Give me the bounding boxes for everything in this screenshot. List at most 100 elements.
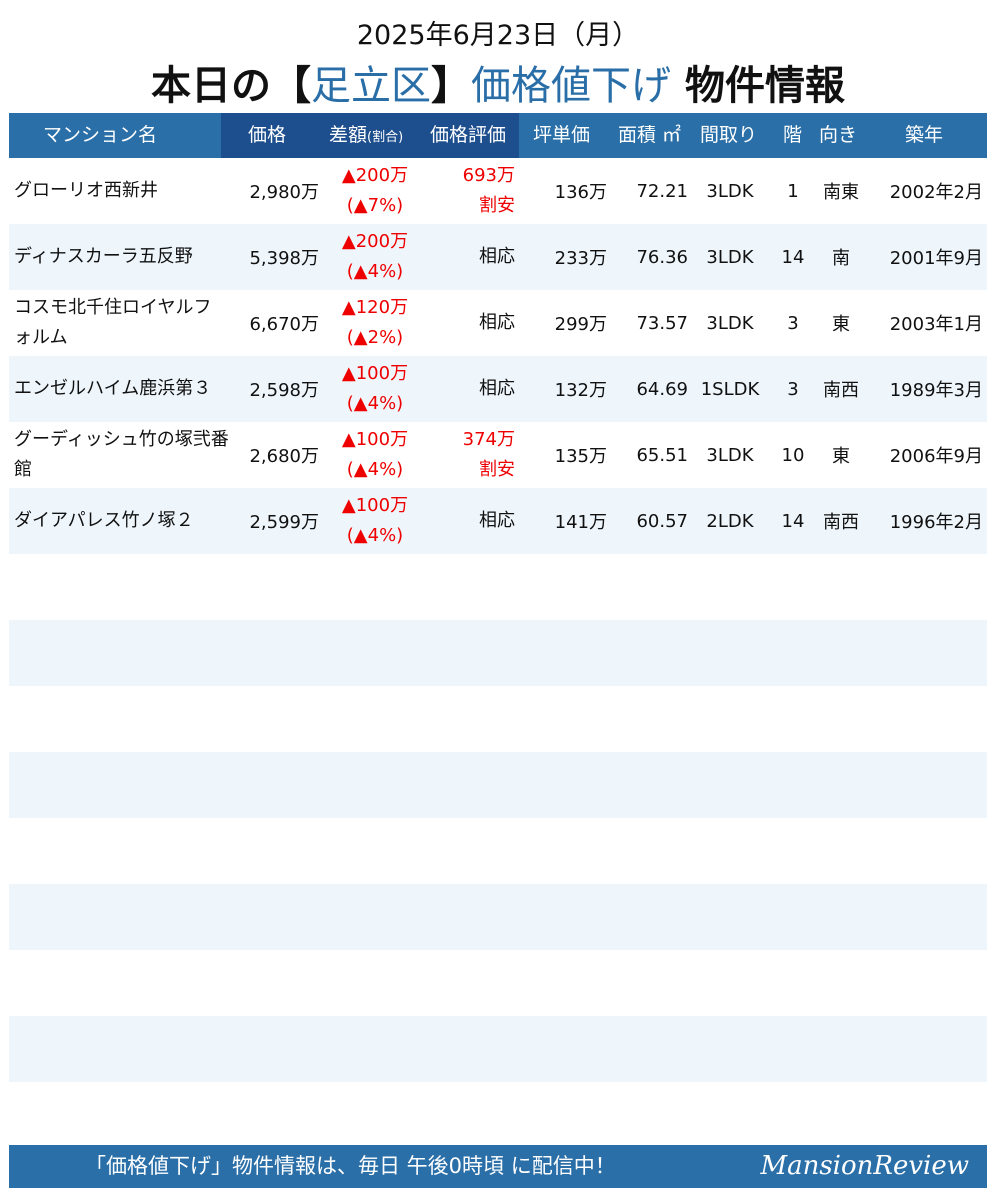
footer-message: 「価格値下げ」物件情報は、毎日 午後0時頃 に配信中！ — [85, 1154, 616, 1178]
empty-row — [9, 620, 987, 686]
cell-area: 76.36 — [636, 246, 688, 268]
cell-unit: 141万 — [554, 512, 607, 533]
cell-name: コスモ北千住ロイヤルフォルム — [14, 297, 212, 348]
cell-eval2-text: 割安 — [479, 459, 515, 480]
cell-diff-text: ▲100万 — [341, 429, 409, 450]
mansion-review-logo: MansionReview — [760, 1151, 969, 1181]
cell-direction: 南西 — [823, 512, 859, 533]
cell-floor: 3 — [787, 378, 799, 400]
cell-built: 2001年9月 — [889, 248, 983, 269]
cell-ratio-text: (▲4%) — [346, 525, 404, 546]
col-header-unit-price: 坪単価 — [533, 124, 591, 146]
cell-area: 72.21 — [636, 180, 688, 202]
empty-row — [9, 818, 987, 884]
table-body: グローリオ西新井 2,980万 136万 72.21 3LDK 1 南東 2002年2月 ▲20… — [9, 158, 987, 1148]
cell-evaluation: 693万割安 — [434, 158, 515, 224]
cell-diff: ▲200万 (▲4%) — [327, 224, 423, 290]
footer-banner: 「価格値下げ」物件情報は、毎日 午後0時頃 に配信中！ MansionRevie… — [9, 1145, 987, 1188]
cell-eval1-text: 相応 — [479, 246, 515, 267]
col-header-layout: 間取り — [700, 124, 758, 146]
cell-diff-text: ▲100万 — [341, 495, 409, 516]
cell-diff-text: ▲200万 — [341, 231, 409, 252]
cell-eval2-text: 割安 — [479, 195, 515, 216]
cell-price: 2,980万 — [249, 182, 319, 203]
cell-eval1-text: 相応 — [479, 312, 515, 333]
cell-name: グローリオ西新井 — [14, 180, 158, 201]
cell-price: 6,670万 — [249, 314, 319, 335]
cell-ratio-text: (▲4%) — [346, 393, 404, 414]
cell-diff: ▲200万 (▲7%) — [327, 158, 423, 224]
cell-layout: 3LDK — [706, 246, 754, 268]
col-header-direction: 向き — [819, 124, 858, 146]
title-suffix: 物件情報 — [671, 63, 845, 109]
empty-row — [9, 554, 987, 620]
cell-layout: 3LDK — [706, 444, 754, 466]
title-prefix: 本日の【 — [151, 63, 312, 109]
price-reduction-table: マンション名 価格 差額(割合) 価格評価 坪単価 面積 ㎡ 間取り 階 向き … — [9, 113, 987, 1148]
col-header-area: 面積 ㎡ — [618, 124, 682, 146]
cell-direction: 南西 — [823, 380, 859, 401]
empty-row — [9, 1016, 987, 1082]
cell-eval1-text: 相応 — [479, 378, 515, 399]
cell-built: 2006年9月 — [889, 446, 983, 467]
col-header-price: 価格 — [248, 124, 287, 146]
table-row[interactable]: ディナスカーラ五反野 5,398万 233万 76.36 3LDK 14 南 2001年9月 ▲… — [9, 224, 987, 290]
cell-layout: 3LDK — [706, 312, 754, 334]
cell-unit: 132万 — [554, 380, 607, 401]
cell-price: 2,680万 — [249, 446, 319, 467]
cell-evaluation: 相応 — [434, 224, 515, 290]
empty-row — [9, 1082, 987, 1148]
cell-area: 65.51 — [636, 444, 688, 466]
cell-built: 2002年2月 — [889, 182, 983, 203]
cell-evaluation: 相応 — [434, 356, 515, 422]
cell-price: 2,599万 — [249, 512, 319, 533]
cell-direction: 東 — [832, 314, 850, 335]
cell-direction: 南 — [832, 248, 850, 269]
table-row[interactable]: コスモ北千住ロイヤルフォルム 6,670万 299万 73.57 3LDK 3 東 2003年… — [9, 290, 987, 356]
page-title: 本日の【足立区】価格値下げ 物件情報 — [0, 58, 996, 114]
cell-name: ディナスカーラ五反野 — [14, 246, 193, 267]
cell-evaluation: 相応 — [434, 488, 515, 554]
col-header-diff-label: 差額 — [329, 124, 368, 146]
cell-diff-text: ▲100万 — [341, 363, 409, 384]
table-header: マンション名 価格 差額(割合) 価格評価 坪単価 面積 ㎡ 間取り 階 向き … — [9, 113, 987, 158]
cell-unit: 136万 — [554, 182, 607, 203]
cell-area: 73.57 — [636, 312, 688, 334]
cell-diff-text: ▲120万 — [341, 297, 409, 318]
cell-direction: 東 — [832, 446, 850, 467]
cell-diff: ▲100万 (▲4%) — [327, 488, 423, 554]
col-header-floor: 階 — [783, 124, 803, 146]
cell-area: 60.57 — [636, 510, 688, 532]
cell-name: グーディッシュ竹の塚弐番館 — [14, 429, 229, 480]
table-row[interactable]: グーディッシュ竹の塚弐番館 2,680万 135万 65.51 3LDK 10 東 2006年… — [9, 422, 987, 488]
table-row[interactable]: グローリオ西新井 2,980万 136万 72.21 3LDK 1 南東 2002年2月 ▲20… — [9, 158, 987, 224]
empty-row — [9, 752, 987, 818]
table-row[interactable]: エンゼルハイム鹿浜第３ 2,598万 132万 64.69 1SLDK 3 南西 1989年3… — [9, 356, 987, 422]
cell-floor: 1 — [787, 180, 799, 202]
cell-evaluation: 相応 — [434, 290, 515, 356]
empty-row — [9, 950, 987, 1016]
title-accent: 価格値下げ — [471, 63, 672, 109]
col-header-built: 築年 — [905, 124, 944, 146]
cell-floor: 14 — [781, 246, 805, 268]
title-ward: 足立区 — [311, 63, 432, 109]
cell-evaluation: 374万割安 — [434, 422, 515, 488]
cell-ratio-text: (▲2%) — [346, 327, 404, 348]
cell-built: 2003年1月 — [889, 314, 983, 335]
cell-diff-text: ▲200万 — [341, 165, 409, 186]
cell-layout: 1SLDK — [700, 378, 760, 400]
cell-ratio-text: (▲4%) — [346, 261, 404, 282]
cell-eval1-text: 374万 — [462, 429, 515, 450]
cell-layout: 3LDK — [706, 180, 754, 202]
title-mid: 】 — [431, 63, 472, 109]
cell-name: エンゼルハイム鹿浜第３ — [14, 378, 212, 399]
table-row[interactable]: ダイアパレス竹ノ塚２ 2,599万 141万 60.57 2LDK 14 南西 1996年2月… — [9, 488, 987, 554]
cell-layout: 2LDK — [706, 510, 754, 532]
cell-built: 1989年3月 — [889, 380, 983, 401]
col-header-name: マンション名 — [43, 124, 158, 146]
cell-unit: 233万 — [554, 248, 607, 269]
cell-eval1-text: 693万 — [462, 165, 515, 186]
cell-floor: 10 — [781, 444, 805, 466]
cell-diff: ▲100万 (▲4%) — [327, 356, 423, 422]
cell-name: ダイアパレス竹ノ塚２ — [14, 510, 194, 531]
